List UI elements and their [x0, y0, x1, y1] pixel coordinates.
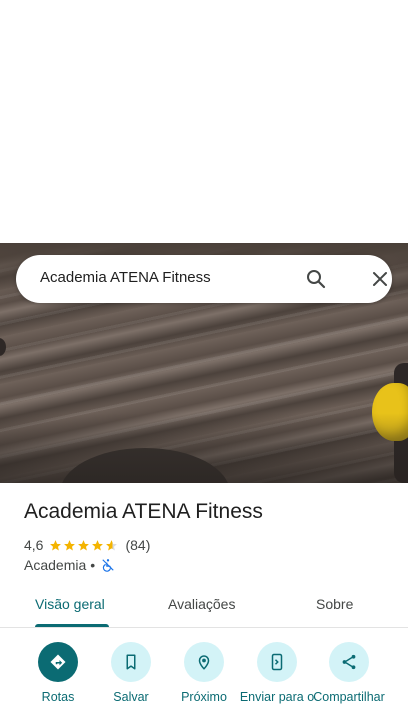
save-label: Salvar [113, 690, 149, 704]
review-count: (84) [125, 537, 151, 553]
category-row: Academia • [24, 556, 115, 574]
star-icon [92, 539, 104, 550]
send-to-phone-label: Enviar para o [239, 690, 315, 704]
close-icon[interactable] [368, 267, 392, 291]
map-area-blank [0, 0, 408, 243]
tab-reviews[interactable]: Avaliações [168, 596, 235, 612]
tab-overview[interactable]: Visão geral [35, 596, 105, 612]
no-wheelchair-access-icon [102, 559, 114, 572]
action-buttons: Rotas Salvar Próximo Enviar para o Compa… [0, 642, 408, 726]
share-icon [342, 654, 356, 670]
nearby-label: Próximo [181, 690, 227, 704]
directions-label: Rotas [41, 690, 75, 704]
search-bar[interactable]: Academia ATENA Fitness [16, 255, 392, 303]
save-button[interactable]: Salvar [91, 642, 171, 704]
nearby-button[interactable]: Próximo [164, 642, 244, 704]
tab-bar: Visão geral Avaliações Sobre [0, 584, 408, 628]
nearby-icon [198, 655, 210, 670]
category-label: Academia [24, 557, 87, 573]
rating-row[interactable]: 4,6 (84) [24, 536, 150, 554]
tab-about[interactable]: Sobre [316, 596, 353, 612]
share-button[interactable]: Compartilhar [309, 642, 389, 704]
star-rating [49, 539, 119, 552]
star-icon [50, 539, 62, 550]
place-title: Academia ATENA Fitness [24, 500, 263, 523]
active-tab-indicator [35, 624, 109, 627]
bookmark-icon [126, 654, 136, 670]
directions-icon [50, 654, 66, 670]
star-icon [78, 539, 90, 550]
star-icon [64, 539, 76, 550]
rating-value: 4,6 [24, 537, 44, 553]
send-to-phone-button[interactable]: Enviar para o [237, 642, 317, 704]
send-to-phone-icon [271, 653, 283, 671]
search-query-text[interactable]: Academia ATENA Fitness [40, 269, 211, 286]
separator-dot: • [90, 557, 96, 573]
search-icon[interactable] [304, 267, 328, 291]
share-label: Compartilhar [313, 690, 385, 704]
star-half-icon [106, 539, 118, 550]
directions-button[interactable]: Rotas [18, 642, 98, 704]
